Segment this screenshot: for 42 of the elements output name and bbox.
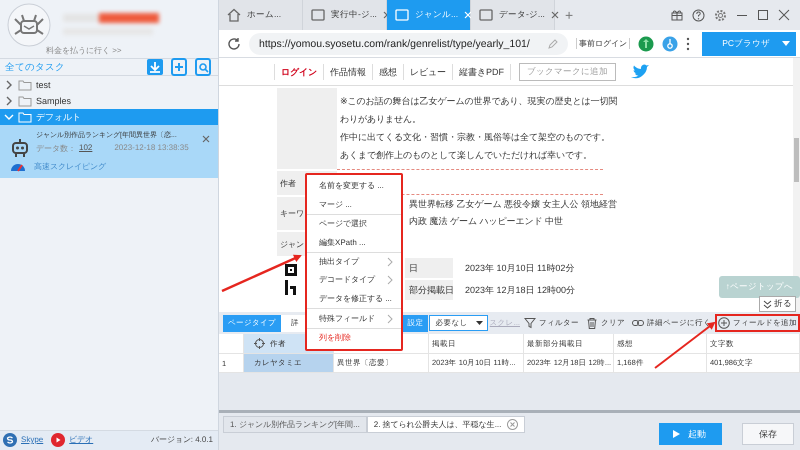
info-value: 2023年 12月18日 12時00分: [464, 284, 576, 296]
task-timestamp: 2023-12-18 13:38:35: [114, 143, 189, 154]
nav-link[interactable]: 縦書きPDF: [453, 64, 511, 80]
new-tab-button[interactable]: +: [565, 7, 574, 23]
menu-item[interactable]: マージ ...: [307, 195, 401, 215]
pre-login-link[interactable]: 事前ログイン: [576, 38, 630, 49]
menu-item[interactable]: デコードタイプ: [307, 271, 401, 289]
url-field[interactable]: https://yomou.syosetu.com/rank/genrelist/type/yearly_101/: [249, 32, 568, 54]
version-label: バージョン: 4.0.1: [150, 434, 213, 445]
scrape-mode-label: 高速スクレイピング: [34, 160, 106, 172]
task-tab[interactable]: 2. 捨てられ公爵夫人は、平穏な生...: [366, 416, 526, 433]
notice-line: ※このお話の舞台は乙女ゲームの世界であり、現実の歴史とは一切関: [340, 95, 619, 108]
save-button[interactable]: 保存: [742, 423, 794, 445]
footer-link[interactable]: Skype: [21, 435, 44, 444]
nav-link[interactable]: レビュー: [404, 64, 453, 80]
keyword-line: 内政 魔法 ゲーム ハッピーエンド 中世: [409, 215, 564, 228]
collapse-button[interactable]: 折る: [759, 296, 796, 312]
info-label: 日: [405, 258, 453, 278]
footer-link[interactable]: ビデオ: [69, 434, 94, 445]
keyword-line: 異世界転移 乙女ゲーム 悪役令嬢 女主人公 領地経営: [409, 198, 618, 211]
notice-line: わりがありません。: [340, 113, 422, 126]
menu-item[interactable]: ページで選択: [307, 215, 401, 233]
browser-tab[interactable]: 実行中-ジ...: [303, 0, 387, 30]
context-menu[interactable]: 名前を変更する ... マージ ... ページで選択 編集XPath ... 抽出タイプ デコードタイプ データを修正する ... 特殊フィールド 列を削除: [305, 173, 403, 351]
menu-item[interactable]: 特殊フィールド: [307, 309, 401, 329]
task-tab[interactable]: 1. ジャンル別作品ランキング[年間...: [223, 416, 367, 433]
nav-link[interactable]: 作品情報: [324, 64, 373, 80]
nav-link[interactable]: 感想: [373, 64, 404, 80]
menu-item[interactable]: 名前を変更する ...: [307, 177, 401, 195]
info-label: 部分掲載日: [405, 280, 453, 300]
data-count-label: データ数：: [36, 143, 76, 154]
notice-line: あくまで創作上のものとして楽しんでいただければ幸いです。: [340, 149, 593, 162]
menu-item[interactable]: 編集XPath ...: [307, 233, 401, 253]
menu-item[interactable]: 抽出タイプ: [307, 253, 401, 271]
info-value: 2023年 10月10日 11時02分: [464, 262, 576, 274]
notice-line: 作中に出てくる文化・習慣・宗教・風俗等は全て架空のものです。: [340, 131, 611, 144]
menu-item[interactable]: データを修正する ...: [307, 289, 401, 309]
data-count-link[interactable]: 102: [79, 143, 92, 154]
nav-link[interactable]: ログイン: [274, 64, 324, 80]
browser-tab[interactable]: ホーム...: [219, 0, 303, 30]
folder-item[interactable]: Samples: [0, 93, 218, 109]
folder-item[interactable]: test: [0, 77, 218, 93]
